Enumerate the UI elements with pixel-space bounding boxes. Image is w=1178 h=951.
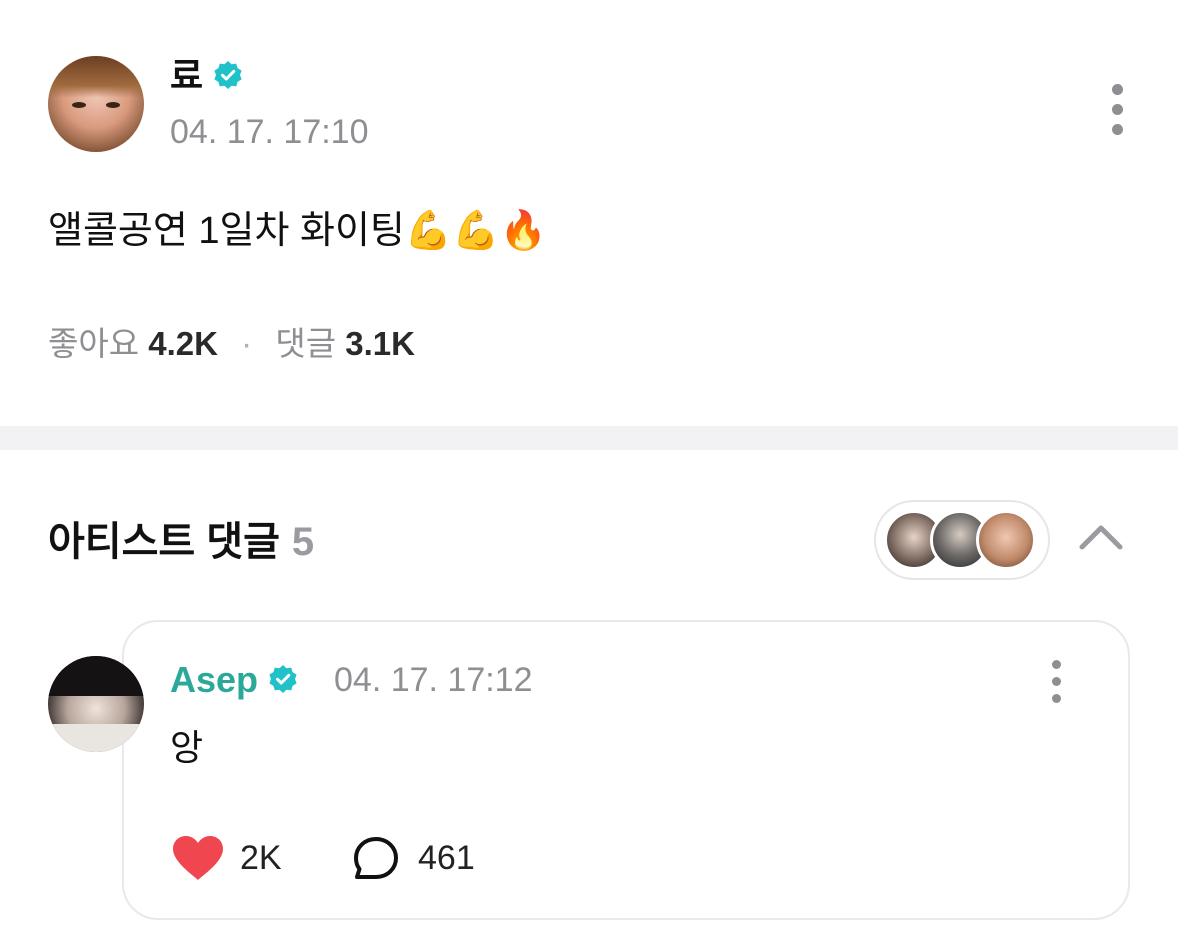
artist-comments-header: 아티스트 댓글 5 <box>48 518 314 566</box>
post-stats: 좋아요 4.2K · 댓글 3.1K <box>48 324 415 364</box>
verified-badge-icon <box>213 58 243 98</box>
artist-comments-title: 아티스트 댓글 <box>48 520 280 564</box>
reply-bubble-icon <box>354 837 398 879</box>
comments-count[interactable]: 3.1K <box>345 325 415 362</box>
likes-count[interactable]: 4.2K <box>148 325 218 362</box>
reply-count: 461 <box>418 839 475 877</box>
comment-timestamp: 04. 17. 17:12 <box>334 661 533 699</box>
likes-label: 좋아요 <box>48 325 140 362</box>
heart-icon <box>173 836 223 880</box>
comment-more-button[interactable] <box>1052 660 1061 703</box>
like-button[interactable] <box>170 834 226 887</box>
post-body-text: 앨콜공연 1일차 화이팅💪💪🔥 <box>48 210 547 252</box>
comments-label: 댓글 <box>275 325 337 362</box>
post-timestamp: 04. 17. 17:10 <box>170 113 369 151</box>
stats-separator: · <box>241 325 253 362</box>
reply-button[interactable] <box>352 836 400 887</box>
more-vertical-icon <box>1052 660 1061 669</box>
chevron-up-icon <box>1079 525 1123 550</box>
comment-author[interactable]: Asep <box>170 660 298 702</box>
collapse-button[interactable] <box>1078 522 1124 557</box>
post-more-button[interactable] <box>1112 84 1123 135</box>
artist-avatars-pill[interactable] <box>874 500 1050 580</box>
post-author-avatar[interactable] <box>48 56 144 152</box>
comment-author-name[interactable]: Asep <box>170 659 258 700</box>
post-author[interactable]: 료 <box>170 56 243 98</box>
like-count: 2K <box>240 839 282 877</box>
verified-badge-icon <box>268 662 298 702</box>
artist-avatar <box>976 510 1036 570</box>
post-author-name[interactable]: 료 <box>170 55 203 96</box>
comment-text: 앙 <box>170 727 204 768</box>
comment-author-avatar[interactable] <box>48 656 144 752</box>
section-divider <box>0 426 1178 450</box>
artist-comments-count: 5 <box>291 520 315 564</box>
more-vertical-icon <box>1112 84 1123 95</box>
